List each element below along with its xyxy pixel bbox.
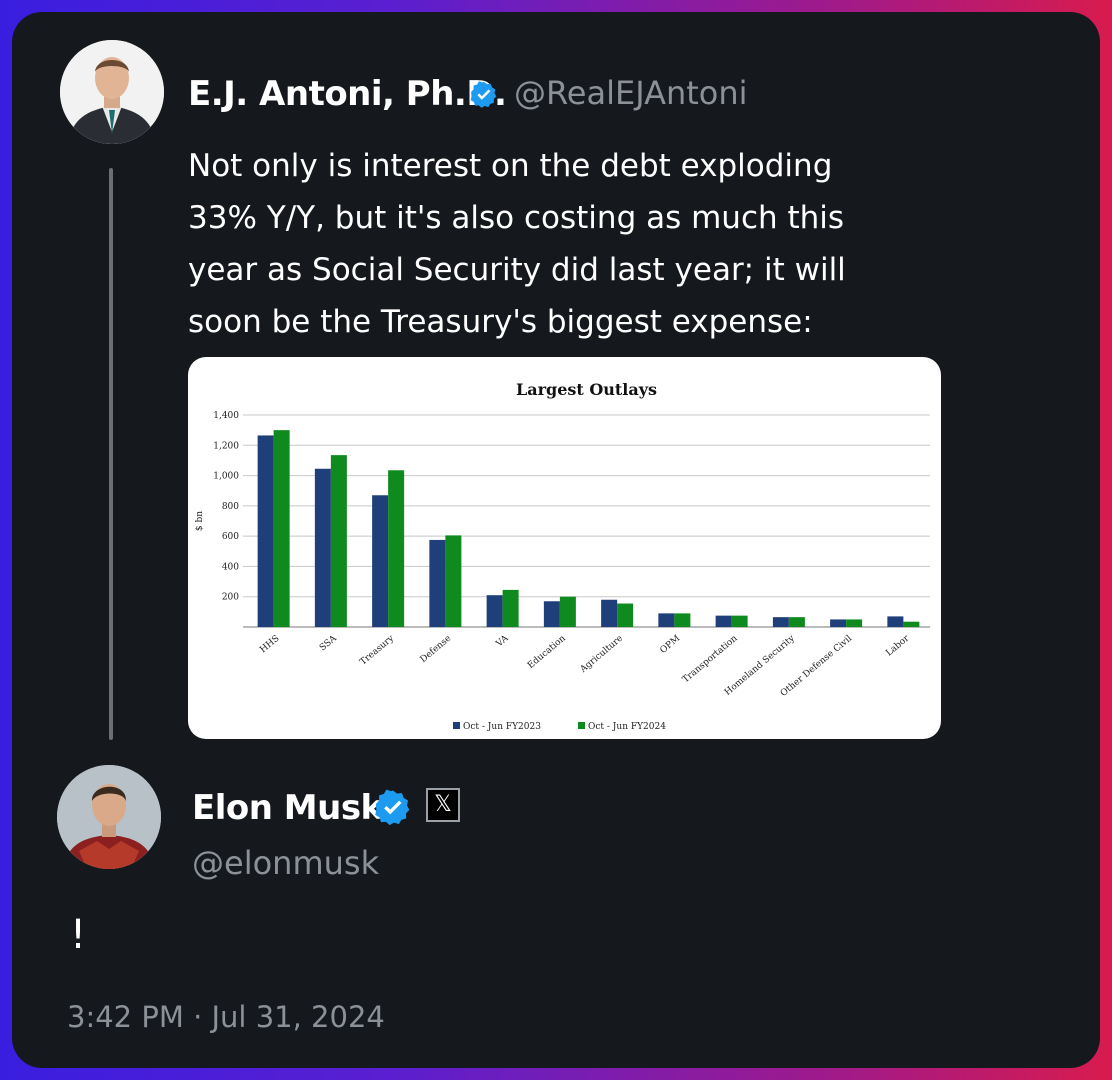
bar-fy2024 <box>788 617 805 627</box>
bar-fy2023 <box>601 599 618 627</box>
tweet-card: E.J. Antoni, Ph.D. @RealEJAntoni Not onl… <box>12 12 1100 1068</box>
y-tick-label: 1,200 <box>213 441 239 451</box>
author-handle[interactable]: @RealEJAntoni <box>514 74 748 112</box>
bar-fy2024 <box>617 603 634 627</box>
x-tick-label: Transportation <box>681 634 740 686</box>
x-tick-label: VA <box>494 633 511 650</box>
legend-label: Oct - Jun FY2023 <box>463 722 541 732</box>
bar-fy2024 <box>445 535 462 627</box>
legend-label: Oct - Jun FY2024 <box>588 722 666 732</box>
bar-fy2024 <box>273 430 290 627</box>
bar-fy2024 <box>731 615 748 627</box>
tweet-text: Not only is interest on the debt explodi… <box>188 140 908 348</box>
x-tick-label: Treasury <box>358 633 396 667</box>
author-name[interactable]: E.J. Antoni, Ph.D. <box>188 74 507 114</box>
avatar-ej-antoni[interactable] <box>60 40 164 144</box>
x-tick-label: OPM <box>659 634 683 656</box>
x-tick-label: HHS <box>258 634 281 656</box>
y-tick-label: 1,400 <box>213 411 239 421</box>
thread-connector-line <box>109 168 113 740</box>
legend-swatch-fy2023 <box>453 722 460 729</box>
x-tick-label: SSA <box>318 633 339 653</box>
x-tick-label: Agriculture <box>578 634 625 676</box>
legend-swatch-fy2024 <box>578 722 585 729</box>
reply-text: ! <box>70 912 87 958</box>
author-name[interactable]: Elon Musk <box>192 788 383 828</box>
bar-fy2023 <box>772 617 789 627</box>
tweet-text-line: year as Social Security did last year; i… <box>188 252 846 288</box>
verified-badge-icon <box>469 80 499 114</box>
tweet-text-line: 33% Y/Y, but it's also costing as much t… <box>188 200 845 236</box>
y-tick-label: 600 <box>222 532 239 542</box>
bar-fy2023 <box>257 435 274 627</box>
x-tick-label: Education <box>526 634 568 672</box>
chart-image[interactable]: Largest Outlays 200 400 600 800 1,000 1,200 1,4… <box>188 357 941 739</box>
x-tick-label: Defense <box>419 634 454 665</box>
bar-fy2023 <box>372 495 389 627</box>
x-tick-label: Labor <box>884 633 912 658</box>
tweet-timestamp[interactable]: 3:42 PM · Jul 31, 2024 <box>67 1000 385 1034</box>
bar-fy2023 <box>429 539 446 627</box>
chart-title: Largest Outlays <box>516 380 657 399</box>
bar-fy2024 <box>502 589 519 627</box>
author-handle[interactable]: @elonmusk <box>192 844 379 882</box>
y-tick-label: 1,000 <box>213 472 239 482</box>
tweet-text-line: Not only is interest on the debt explodi… <box>188 148 833 184</box>
bar-fy2023 <box>658 613 675 627</box>
bar-chart: Largest Outlays 200 400 600 800 1,000 1,200 1,4… <box>195 380 930 732</box>
bar-fy2024 <box>903 621 920 627</box>
bar-fy2023 <box>314 468 331 627</box>
y-tick-label: 400 <box>222 562 239 572</box>
verified-badge-icon <box>373 788 413 832</box>
bar-fy2023 <box>543 601 560 627</box>
tweet-text-line: soon be the Treasury's biggest expense: <box>188 304 813 340</box>
bar-fy2023 <box>486 595 503 627</box>
bar-fy2024 <box>388 470 405 627</box>
bar-fy2024 <box>559 596 576 627</box>
x-logo-icon[interactable]: 𝕏 <box>426 788 460 822</box>
bar-fy2024 <box>330 455 347 627</box>
y-axis-label: $ bn <box>195 511 205 531</box>
bar-fy2024 <box>674 613 691 627</box>
y-tick-label: 200 <box>222 593 239 603</box>
bar-fy2023 <box>887 616 904 627</box>
bar-fy2023 <box>715 615 732 627</box>
y-tick-label: 800 <box>222 502 239 512</box>
avatar-elon-musk[interactable] <box>57 765 161 869</box>
bar-fy2024 <box>846 619 863 627</box>
bar-fy2023 <box>830 619 847 627</box>
